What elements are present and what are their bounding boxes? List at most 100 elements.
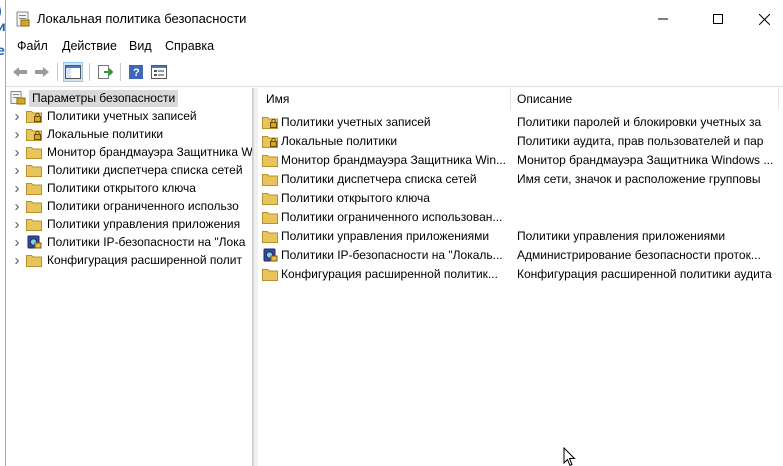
lock-folder-icon — [262, 117, 278, 129]
expand-chevron-icon[interactable]: › — [8, 251, 26, 269]
maximize-icon — [713, 14, 723, 24]
expand-chevron-icon[interactable]: › — [8, 179, 26, 197]
properties-icon — [151, 65, 167, 79]
tree-item[interactable]: › Политики диспетчера списка сетей — [8, 161, 243, 179]
tree-item[interactable]: › Политики управления приложения — [8, 215, 241, 233]
tree-item[interactable]: › Политики IP-безопасности на "Лока — [8, 233, 246, 251]
tree-root-label: Параметры безопасности — [29, 89, 179, 107]
expand-chevron-icon[interactable]: › — [8, 143, 26, 161]
expand-chevron-icon[interactable]: › — [8, 197, 26, 215]
expand-chevron-icon[interactable]: › — [8, 215, 26, 233]
toolbar-separator — [120, 63, 121, 81]
expand-chevron-icon[interactable]: › — [8, 233, 26, 251]
list-row-name-cell: Конфигурация расширенной политик... — [262, 267, 510, 281]
list-row-name-cell: Политики ограниченного использован... — [262, 210, 510, 224]
console-tree: Параметры безопасности › Политики учетных… — [8, 88, 253, 466]
tree-item-label: Политики учетных записей — [47, 109, 197, 123]
list-row[interactable]: Политики управления приложениями Политики… — [258, 227, 783, 245]
expand-chevron-icon[interactable]: › — [8, 107, 26, 125]
lock-folder-icon — [26, 129, 42, 141]
list-row[interactable]: Конфигурация расширенной политик... Конфи… — [258, 265, 783, 283]
list-row-description: Конфигурация расширенной политики аудита — [517, 267, 772, 281]
tree-item-label: Конфигурация расширенной полит — [47, 253, 242, 267]
folder-icon — [26, 219, 42, 231]
result-list: Имя Описание Политики учетных записей Пол… — [258, 88, 783, 466]
list-row-description: Политики аудита, прав пользователей и па… — [517, 134, 764, 148]
column-separator[interactable] — [778, 88, 779, 110]
menu-help[interactable]: Справка — [163, 39, 216, 53]
list-row-name: Политики управления приложениями — [281, 229, 490, 243]
ipsec-icon — [27, 235, 42, 249]
list-row-name-cell: Политики управления приложениями — [262, 229, 510, 243]
tree-item-label: Политики IP-безопасности на "Лока — [47, 235, 246, 249]
column-header-description[interactable]: Описание — [517, 88, 572, 110]
list-row-name-cell: Политики учетных записей — [262, 115, 510, 129]
tree-item-label: Политики управления приложения — [47, 217, 241, 231]
expand-chevron-icon[interactable]: › — [8, 125, 26, 143]
show-hide-tree-button[interactable] — [63, 62, 83, 82]
expand-chevron-icon[interactable]: › — [8, 161, 26, 179]
maximize-button[interactable] — [695, 0, 741, 38]
folder-icon — [262, 231, 278, 243]
tree-item[interactable]: › Локальные политики — [8, 125, 164, 143]
list-row-name: Конфигурация расширенной политик... — [281, 267, 498, 281]
tree-item[interactable]: › Монитор брандмауэра Защитника W — [8, 143, 253, 161]
list-row[interactable]: Политики IP-безопасности на "Локаль... Ад… — [258, 246, 783, 264]
folder-icon — [262, 212, 278, 224]
tree-item[interactable]: › Конфигурация расширенной полит — [8, 251, 242, 269]
folder-icon — [262, 193, 278, 205]
folder-icon — [26, 183, 42, 195]
close-button[interactable] — [741, 0, 783, 38]
folder-icon — [262, 155, 278, 167]
back-icon — [13, 67, 27, 77]
folder-icon — [26, 201, 42, 213]
minimize-button[interactable] — [640, 0, 686, 38]
title-bar: Локальная политика безопасности — [6, 0, 783, 38]
properties-button[interactable] — [149, 62, 169, 82]
menu-bar: Файл Действие Вид Справка — [6, 38, 783, 58]
close-icon — [758, 13, 770, 25]
column-separator[interactable] — [510, 88, 511, 110]
show-hide-console-tree-icon — [65, 65, 81, 79]
list-row-name: Локальные политики — [281, 134, 398, 148]
list-row[interactable]: Монитор брандмауэра Защитника Win... Мони… — [258, 151, 783, 169]
tree-item[interactable]: › Политики ограниченного использо — [8, 197, 239, 215]
help-button[interactable]: ? — [126, 62, 146, 82]
window-title: Локальная политика безопасности — [37, 11, 247, 26]
menu-file[interactable]: Файл — [15, 39, 50, 53]
list-row[interactable]: Локальные политики Политики аудита, прав … — [258, 132, 783, 150]
security-settings-icon — [10, 91, 26, 105]
list-row[interactable]: Политики ограниченного использован... — [258, 208, 783, 226]
list-row-name: Политики учетных записей — [281, 115, 431, 129]
toolbar: ? — [6, 58, 783, 87]
mouse-pointer-icon — [563, 447, 576, 466]
list-row[interactable]: Политики диспетчера списка сетей Имя сети… — [258, 170, 783, 188]
menu-action[interactable]: Действие — [60, 39, 119, 53]
minimize-icon — [658, 18, 668, 20]
list-row[interactable]: Политики учетных записей Политики паролей… — [258, 113, 783, 131]
forward-button[interactable] — [32, 62, 52, 82]
tree-item-label: Политики открытого ключа — [47, 181, 196, 195]
menu-view[interactable]: Вид — [127, 39, 154, 53]
list-row-description: Политики управления приложениями — [517, 229, 726, 243]
export-list-button[interactable] — [95, 62, 115, 82]
list-row-name: Политики диспетчера списка сетей — [281, 172, 477, 186]
back-button[interactable] — [10, 62, 30, 82]
folder-icon — [26, 165, 42, 177]
list-row-name-cell: Локальные политики — [262, 134, 510, 148]
list-row[interactable]: Политики открытого ключа — [258, 189, 783, 207]
list-row-name-cell: Политики открытого ключа — [262, 191, 510, 205]
list-row-name-cell: Монитор брандмауэра Защитника Win... — [262, 153, 510, 167]
toolbar-separator — [89, 63, 90, 81]
tree-item-label: Политики диспетчера списка сетей — [47, 163, 243, 177]
toolbar-separator — [57, 63, 58, 81]
list-row-description: Политики паролей и блокировки учетных за — [517, 115, 762, 129]
tree-item[interactable]: › Политики открытого ключа — [8, 179, 196, 197]
tree-root-security-settings[interactable]: Параметры безопасности — [10, 89, 179, 107]
tree-item[interactable]: › Политики учетных записей — [8, 107, 197, 125]
lock-folder-icon — [26, 111, 42, 123]
column-header-name[interactable]: Имя — [266, 88, 289, 110]
list-row-name: Политики открытого ключа — [281, 191, 430, 205]
list-row-description: Имя сети, значок и расположение групповы — [517, 172, 761, 186]
list-row-description: Монитор брандмауэра Защитника Windows ..… — [517, 153, 774, 167]
